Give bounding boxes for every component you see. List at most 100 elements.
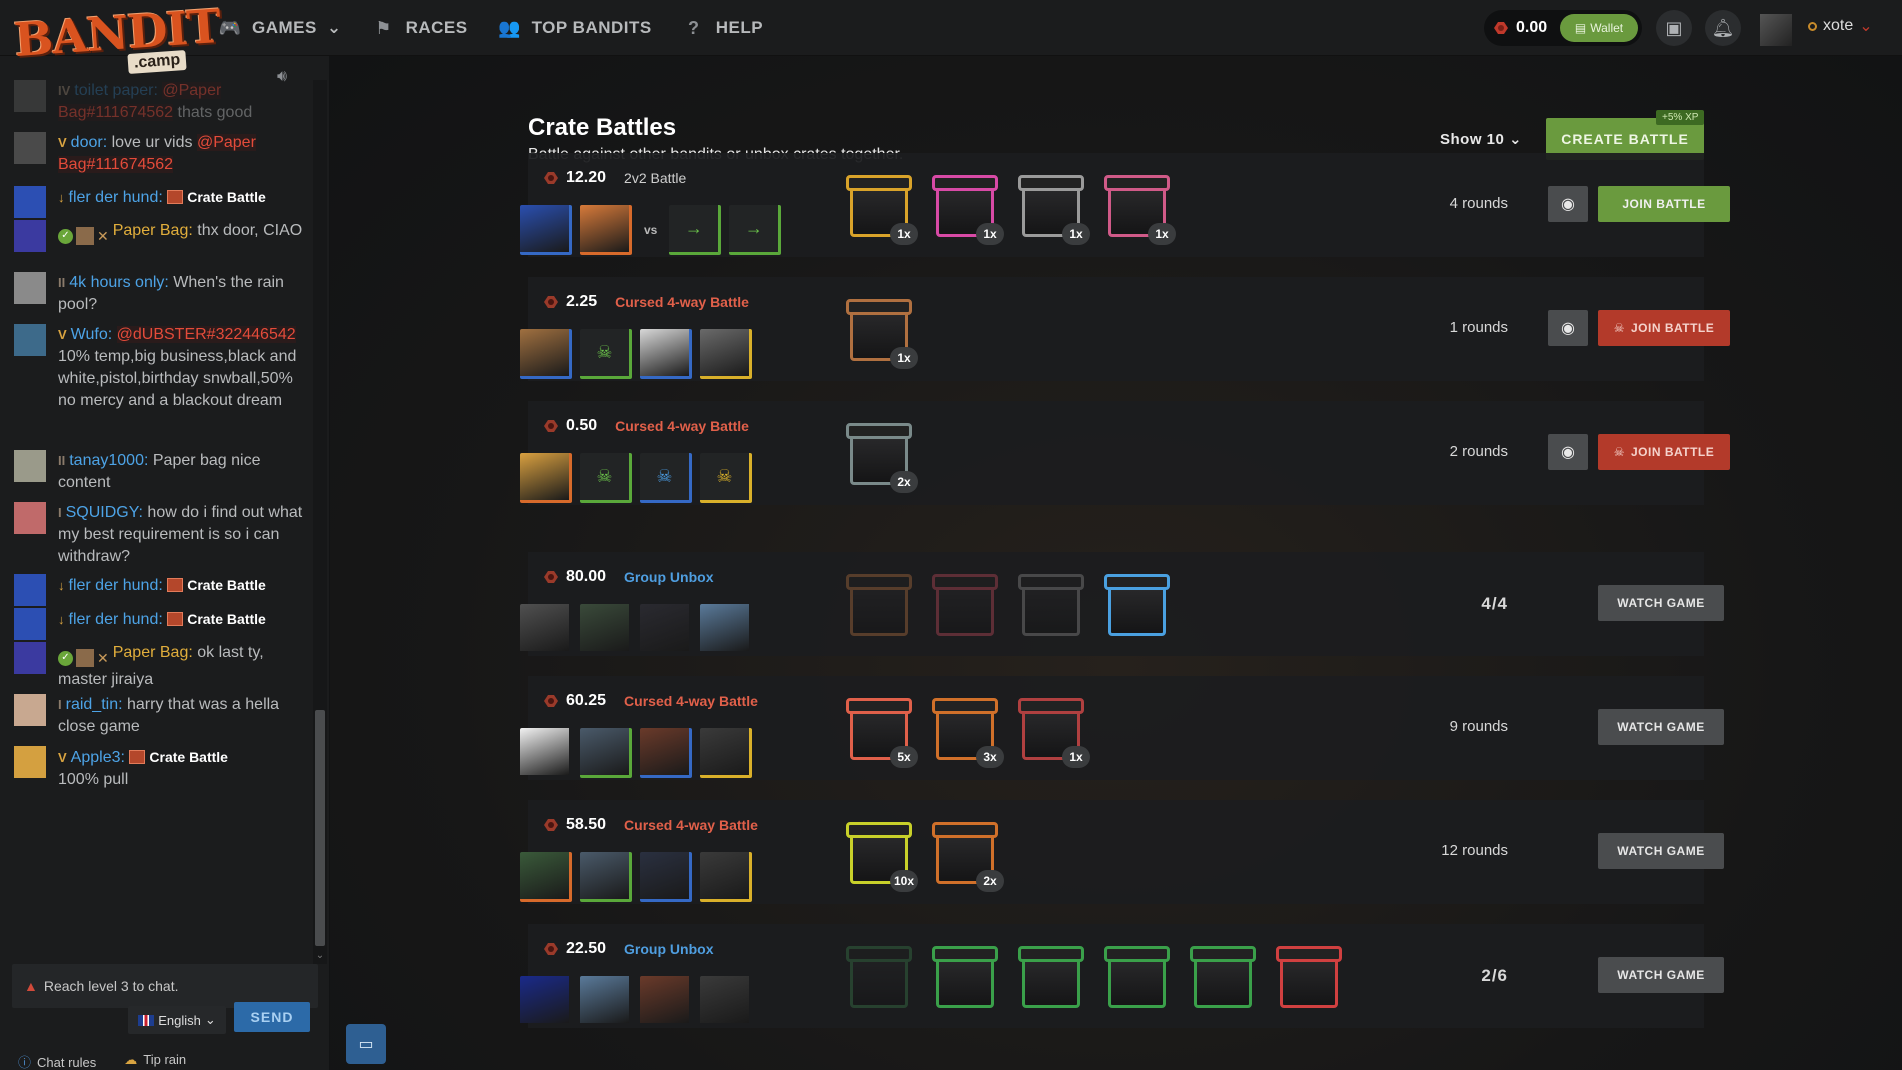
join-battle-button[interactable]: JOIN BATTLE <box>1598 186 1730 222</box>
player-avatar[interactable] <box>700 728 752 778</box>
spectate-button[interactable]: ◉ <box>1548 186 1588 222</box>
chat-avatar[interactable] <box>14 608 46 640</box>
rank-badge: V <box>58 327 67 342</box>
chat-avatar[interactable] <box>14 574 46 606</box>
user-menu[interactable]: xote ⌄ <box>1808 16 1873 36</box>
crate-battle-label: Crate Battle <box>187 577 266 593</box>
crate-icon: 2x <box>930 818 1004 892</box>
chat-mention[interactable]: @dUBSTER#322446542 <box>116 326 296 343</box>
join-slot-icon: → <box>684 218 703 238</box>
chat-avatar[interactable] <box>14 694 46 726</box>
show-count-select[interactable]: Show 10 ⌄ <box>1440 130 1522 148</box>
spectate-button[interactable]: ◉ <box>1548 310 1588 346</box>
chat-rules-link[interactable]: ⓘ Chat rules <box>18 1052 96 1070</box>
nav-games[interactable]: 🎮 GAMES ⌄ <box>218 18 342 38</box>
empty-slot[interactable]: → <box>729 205 782 255</box>
empty-slot[interactable]: ☠ <box>640 453 692 503</box>
tip-rain-link[interactable]: ☁ Tip rain <box>124 1052 186 1070</box>
crate-battle-link[interactable]: Crate Battle <box>167 577 266 593</box>
chat-username[interactable]: Paper Bag: <box>113 644 193 661</box>
empty-slot[interactable]: ☠ <box>580 453 632 503</box>
crate-battle-link[interactable]: Crate Battle <box>167 189 266 205</box>
player-avatar[interactable] <box>640 852 692 902</box>
watch-game-button[interactable]: WATCH GAME <box>1598 833 1724 869</box>
chat-avatar[interactable] <box>14 80 46 112</box>
crate-body <box>850 954 908 1008</box>
player-avatar[interactable] <box>580 976 632 1026</box>
scroll-down-icon[interactable]: ⌄ <box>315 950 325 962</box>
chat-avatar[interactable] <box>14 746 46 778</box>
user-avatar[interactable] <box>1760 14 1792 46</box>
chat-avatar[interactable] <box>14 272 46 304</box>
chat-username[interactable]: door: <box>71 134 107 151</box>
crate-lid <box>1018 574 1084 590</box>
player-avatar[interactable] <box>700 604 752 654</box>
chat-username[interactable]: fler der hund: <box>69 611 163 628</box>
chat-username[interactable]: raid_tin: <box>66 696 123 713</box>
player-avatar[interactable] <box>520 329 572 379</box>
language-select[interactable]: English ⌄ <box>128 1006 226 1034</box>
join-battle-button[interactable]: ☠ JOIN BATTLE <box>1598 434 1730 470</box>
player-avatar[interactable] <box>640 329 692 379</box>
notifications-button[interactable]: 🔔︎ <box>1705 10 1741 46</box>
chat-avatar[interactable] <box>14 450 46 482</box>
player-avatar[interactable] <box>520 728 572 778</box>
chat-message: ↓ fler der hund: Crate Battle <box>14 608 304 640</box>
site-logo[interactable]: BANDIT .camp <box>12 0 222 82</box>
empty-slot[interactable]: ☠ <box>580 329 632 379</box>
crate-battle-link[interactable]: Crate Battle <box>167 611 266 627</box>
empty-slot[interactable]: ☠ <box>700 453 752 503</box>
player-avatar[interactable] <box>700 976 752 1026</box>
chat-avatar[interactable] <box>14 132 46 164</box>
crate-battle-link[interactable]: Crate Battle <box>129 749 228 765</box>
chat-avatar[interactable] <box>14 220 46 252</box>
join-battle-button[interactable]: ☠ JOIN BATTLE <box>1598 310 1730 346</box>
nav-top-bandits[interactable]: 👥 TOP BANDITS <box>498 18 652 38</box>
chat-avatar[interactable] <box>14 642 46 674</box>
chat-username[interactable]: fler der hund: <box>69 189 163 206</box>
player-avatar[interactable] <box>700 329 752 379</box>
chat-username[interactable]: Paper Bag: <box>113 222 193 239</box>
chat-scrollbar[interactable]: ⌄ <box>313 80 327 964</box>
nav-help[interactable]: ? HELP <box>682 18 763 38</box>
spectate-button[interactable]: ◉ <box>1548 434 1588 470</box>
empty-slot[interactable]: → <box>669 205 722 255</box>
watch-game-button[interactable]: WATCH GAME <box>1598 709 1724 745</box>
chat-message: ✓ ✕ Paper Bag: thx door, CIAO <box>14 220 304 252</box>
player-avatar[interactable] <box>520 604 572 654</box>
chat-username[interactable]: toilet paper: <box>74 82 158 99</box>
bot-skull-icon: ☠ <box>596 466 613 486</box>
player-avatar[interactable] <box>520 453 572 503</box>
player-avatar[interactable] <box>580 205 632 255</box>
send-button[interactable]: SEND <box>234 1002 310 1032</box>
crate-icon <box>129 750 146 764</box>
watch-game-button[interactable]: WATCH GAME <box>1598 957 1724 993</box>
chat-avatar[interactable] <box>14 502 46 534</box>
player-avatar[interactable] <box>520 852 572 902</box>
player-avatar[interactable] <box>700 852 752 902</box>
chat-username[interactable]: SQUIDGY: <box>66 504 143 521</box>
chat-avatar[interactable] <box>14 186 46 218</box>
wallet-button[interactable]: ▤ Wallet <box>1560 14 1638 42</box>
chat-username[interactable]: tanay1000: <box>69 452 148 469</box>
chat-username[interactable]: Wufo: <box>71 326 113 343</box>
chat-username[interactable]: 4k hours only: <box>69 274 169 291</box>
chat-avatar[interactable] <box>14 324 46 356</box>
chat-toggle-button[interactable]: ▭ <box>346 1024 386 1064</box>
inventory-button[interactable]: ▣ <box>1656 10 1692 46</box>
scroll-thumb[interactable] <box>315 710 325 946</box>
player-avatar[interactable] <box>640 728 692 778</box>
player-avatar[interactable] <box>580 728 632 778</box>
player-avatar[interactable] <box>520 976 572 1026</box>
player-avatar[interactable] <box>580 852 632 902</box>
chat-username[interactable]: Apple3: <box>71 749 125 766</box>
nav-races[interactable]: ⚑ RACES <box>372 18 468 38</box>
player-avatar[interactable] <box>520 205 572 255</box>
player-avatar[interactable] <box>640 976 692 1026</box>
chevron-down-icon: ⌄ <box>326 18 342 37</box>
player-avatar[interactable] <box>640 604 692 654</box>
watch-game-button[interactable]: WATCH GAME <box>1598 585 1724 621</box>
crate-icon: 3x <box>930 694 1004 768</box>
player-avatar[interactable] <box>580 604 632 654</box>
chat-username[interactable]: fler der hund: <box>69 577 163 594</box>
